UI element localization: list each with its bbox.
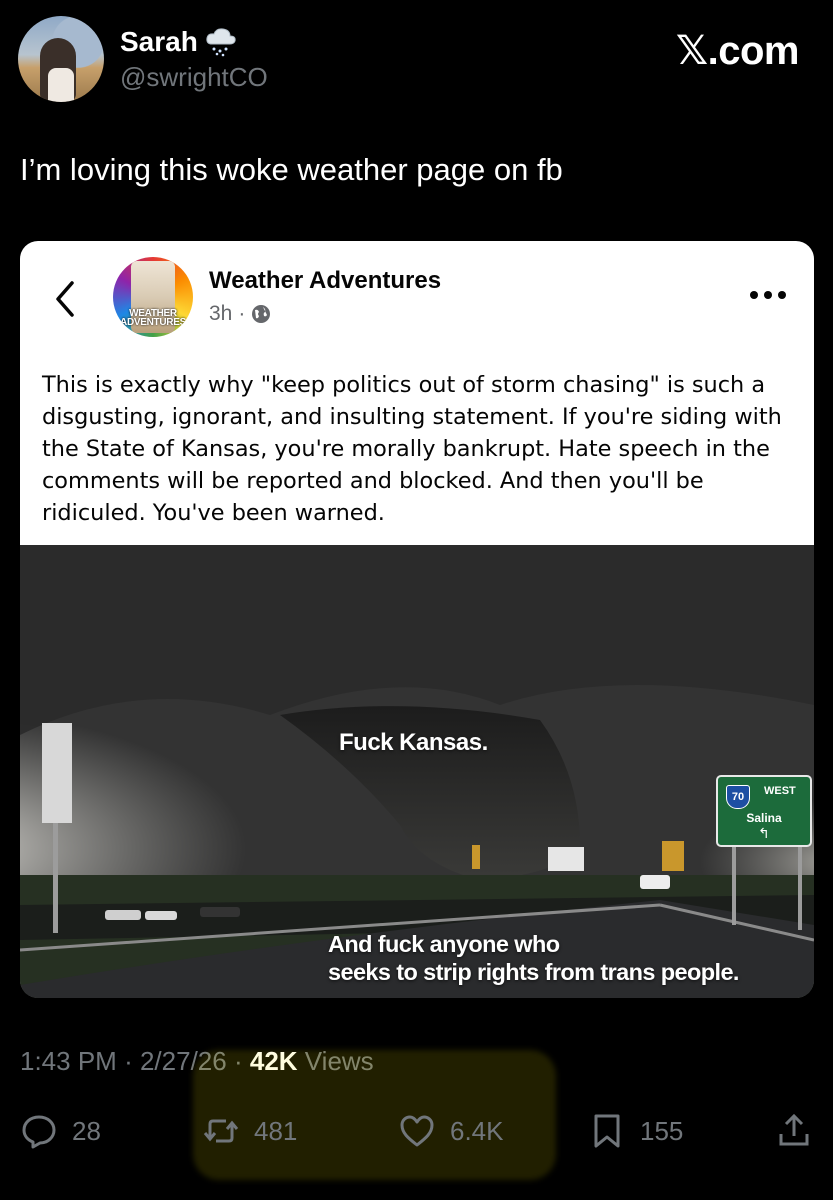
repost-button[interactable]: 481	[202, 1104, 297, 1158]
heart-icon	[400, 1115, 434, 1147]
fb-page-name: Weather Adventures	[209, 267, 442, 294]
repost-icon	[203, 1119, 239, 1143]
tweet-text: I’m loving this woke weather page on fb	[20, 152, 563, 187]
back-chevron-icon	[56, 281, 74, 317]
user-name-row[interactable]: Sarah	[120, 26, 238, 58]
highway-sign: 70 WEST Salina ↰	[716, 775, 812, 847]
more-options-icon	[750, 291, 786, 299]
image-overlay-bottom-text: And fuck anyone who seeks to strip right…	[328, 930, 739, 986]
tweet-action-bar: 28 481 6.4K 155	[0, 1104, 833, 1158]
meta-separator: ·	[124, 1046, 133, 1076]
display-name[interactable]: Sarah	[120, 26, 198, 58]
cloud-with-snow-icon	[206, 28, 236, 57]
sign-direction: WEST	[764, 785, 796, 797]
x-brand-label: 𝕏.com	[675, 29, 800, 73]
tweet-time[interactable]: 1:43 PM	[20, 1046, 117, 1076]
tornado-photo: Fuck Kansas. And fuck anyone who seeks t…	[20, 545, 814, 998]
fb-post-body: This is exactly why "keep politics out o…	[42, 372, 782, 526]
like-button[interactable]: 6.4K	[398, 1104, 504, 1158]
fb-page-avatar: WEATHER ADVENTURES	[113, 257, 193, 337]
fb-post-header: WEATHER ADVENTURES Weather Adventures 3h …	[20, 241, 814, 361]
sign-city: Salina	[746, 811, 782, 825]
embedded-image-card[interactable]: WEATHER ADVENTURES Weather Adventures 3h …	[20, 241, 814, 998]
reply-button[interactable]: 28	[20, 1104, 101, 1158]
fb-meta-dot: ·	[238, 302, 246, 325]
avatar-logo-text: WEATHER ADVENTURES	[120, 308, 186, 328]
interstate-shield: 70	[726, 785, 750, 809]
reply-icon	[22, 1115, 56, 1149]
bookmark-button[interactable]: 155	[588, 1104, 683, 1158]
globe-icon	[252, 305, 271, 323]
bookmark-icon	[594, 1114, 620, 1148]
reply-count: 28	[72, 1115, 101, 1146]
repost-count: 481	[254, 1115, 298, 1146]
fb-post-meta: 3h ·	[209, 302, 271, 326]
like-count: 6.4K	[450, 1115, 504, 1146]
overlay-bottom-line2: seeks to strip rights from trans people.	[328, 959, 739, 985]
bookmark-count: 155	[640, 1115, 684, 1146]
fb-post-time: 3h	[209, 302, 233, 325]
sign-arrow: ↰	[758, 825, 770, 841]
avatar-figure-shirt	[48, 68, 74, 102]
user-handle[interactable]: @swrightCO	[120, 62, 268, 93]
share-icon	[779, 1113, 809, 1146]
user-avatar[interactable]	[18, 16, 104, 102]
image-overlay-top-text: Fuck Kansas.	[339, 729, 488, 756]
share-button[interactable]	[775, 1104, 813, 1158]
overlay-bottom-line1: And fuck anyone who	[328, 931, 560, 957]
